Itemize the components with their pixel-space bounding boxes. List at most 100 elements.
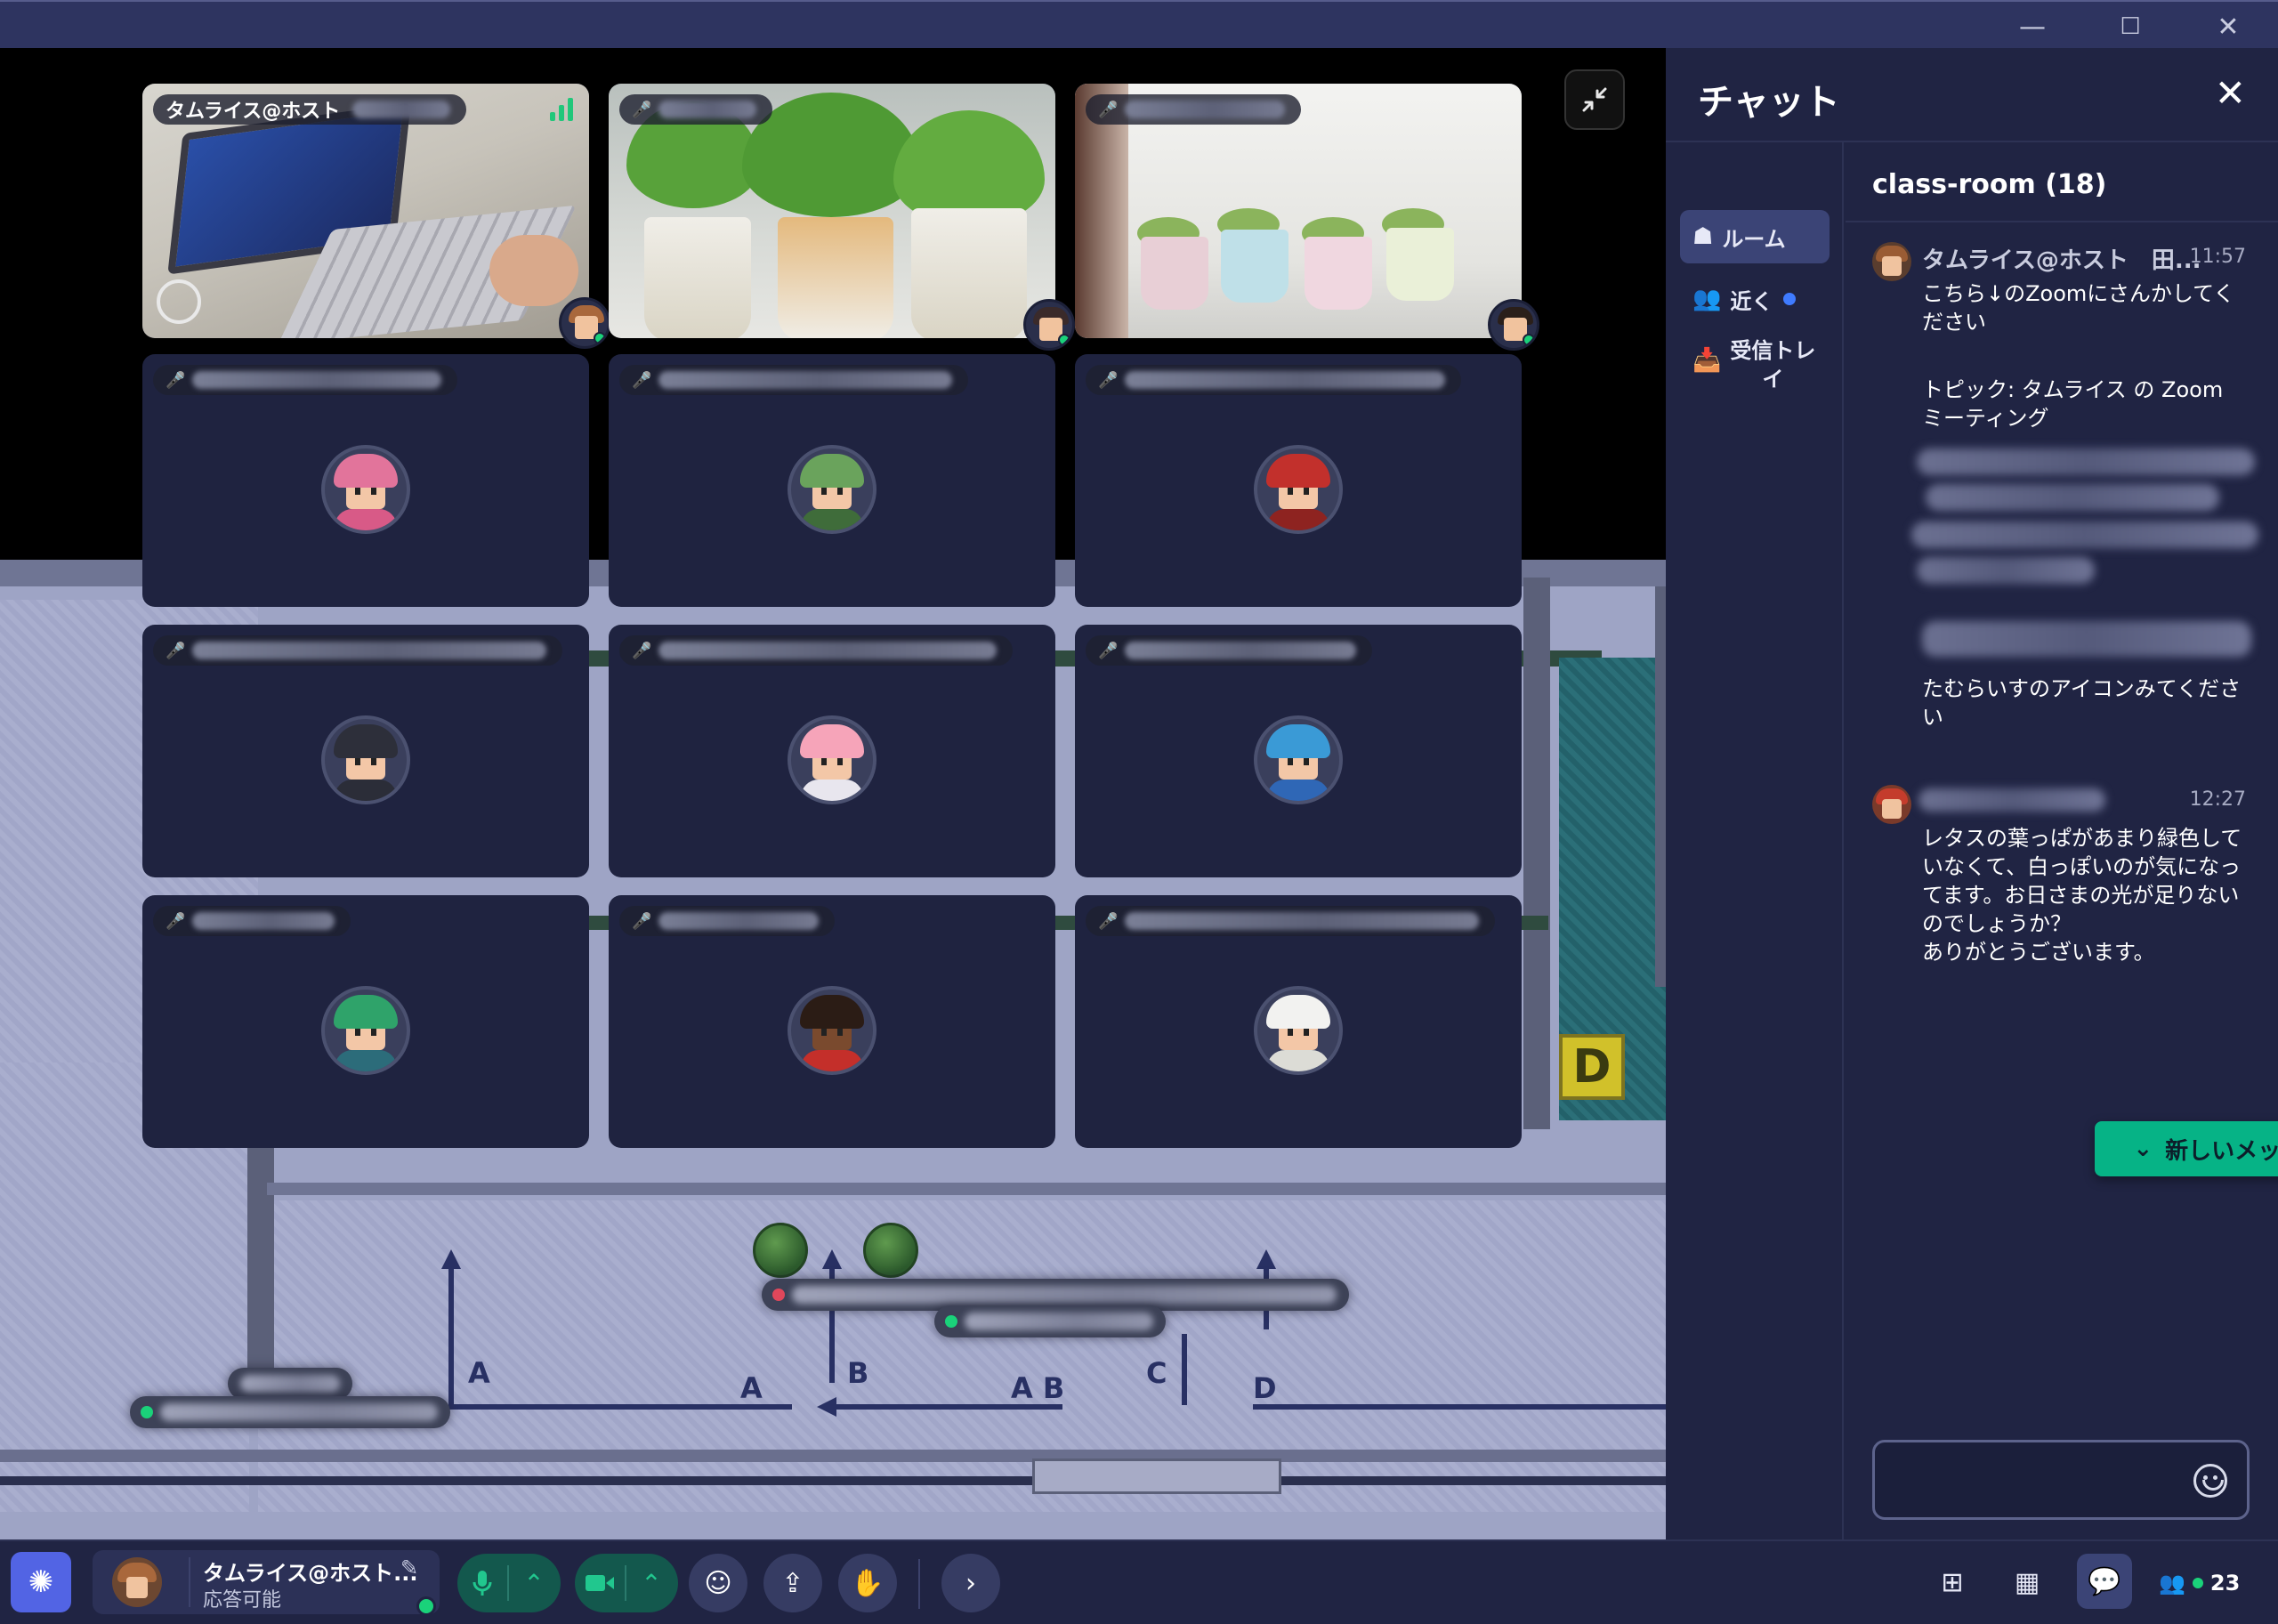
participant-name: タムライス@ホスト [166, 101, 341, 123]
chat-tab-label: 近く [1730, 288, 1773, 314]
participant-tile[interactable]: 🎤 [609, 354, 1055, 607]
participant-tile[interactable]: 🎤 [142, 895, 589, 1148]
chat-tab-room[interactable]: ☗ ルーム [1680, 210, 1830, 263]
map-player-label[interactable] [228, 1368, 352, 1400]
maximize-button[interactable]: ☐ [2104, 9, 2157, 44]
calendar-button[interactable]: ▦ [2002, 1557, 2052, 1607]
tasks-button[interactable]: ⊞ [1927, 1557, 1977, 1607]
my-profile-card[interactable]: タムライス@ホスト... 応答可能 ✎ [93, 1550, 440, 1616]
emoji-picker-icon[interactable] [2193, 1464, 2227, 1498]
camera-options-button[interactable]: ⌃ [626, 1554, 676, 1612]
collapse-grid-button[interactable] [1564, 69, 1625, 130]
message-author: タムライス@ホスト 田... [1922, 247, 2201, 274]
new-message-button[interactable]: ⌄ 新しいメッセージ [2095, 1121, 2278, 1176]
tile-name-label: 🎤 [153, 635, 562, 666]
tile-name-label: 🎤 [619, 635, 1014, 666]
participant-avatar [321, 445, 410, 534]
video-tile[interactable]: 🎤 [609, 84, 1055, 338]
close-window-button[interactable]: ✕ [2201, 9, 2255, 44]
chat-tab-label: ルーム [1722, 226, 1786, 252]
map-player-label[interactable] [130, 1396, 450, 1428]
message-time: 12:27 [2189, 788, 2246, 811]
mic-off-icon: 🎤 [1098, 370, 1119, 390]
expand-toolbar-button[interactable]: › [941, 1554, 1000, 1612]
minimize-button[interactable]: — [2006, 9, 2059, 44]
map-letter-a2: A [740, 1371, 763, 1405]
app-menu-button[interactable]: ✺ [11, 1552, 71, 1612]
chat-tab-label: 受信トレイ [1730, 338, 1816, 392]
close-chat-button[interactable]: ✕ [2215, 71, 2246, 115]
map-letter-a: A [468, 1356, 490, 1390]
message-text: レタスの葉っぱがあまり緑色していなくて、白っぽいのが気になってます。お日さまの光… [1922, 826, 2242, 965]
raise-hand-button[interactable]: ✋ [838, 1554, 897, 1612]
zone-sign-d: D [1559, 1034, 1625, 1100]
participant-tile[interactable]: 🎤 [1075, 354, 1522, 607]
unread-dot [1783, 293, 1797, 305]
participant-avatar [1254, 445, 1343, 534]
chat-nav: ☗ ルーム 👥 近く 📥 受信トレイ [1666, 142, 1844, 1539]
mic-off-icon: 🎤 [166, 641, 186, 660]
map-letter-c: C [1146, 1356, 1167, 1390]
tree [863, 1223, 918, 1278]
tile-name-label: 🎤 [153, 365, 458, 395]
message-time: 11:57 [2189, 246, 2246, 268]
my-status: 応答可能 [203, 1589, 282, 1612]
emote-button[interactable]: ☺ [689, 1554, 747, 1612]
video-tile[interactable]: 🎤 [1075, 84, 1522, 338]
share-screen-button[interactable]: ⇪ [763, 1554, 822, 1612]
edit-pencil-icon[interactable]: ✎ [400, 1555, 418, 1580]
chat-button[interactable]: 💬 [2077, 1554, 2132, 1609]
camera-toggle-button[interactable] [575, 1554, 625, 1612]
mic-off-icon: 🎤 [632, 641, 652, 660]
mic-control: ⌃ [457, 1554, 561, 1612]
online-indicator [416, 1596, 436, 1616]
chat-tab-inbox[interactable]: 📥 受信トレイ [1680, 331, 1830, 402]
room-name: class-room (18) [1846, 142, 2278, 222]
message-list[interactable]: タムライス@ホスト 田... 11:57 こちら↓のZoomにさんかしてください… [1846, 224, 2278, 1381]
spotlight-icon[interactable] [157, 279, 201, 324]
tile-name-label: 🎤 [1086, 365, 1462, 395]
participant-tile[interactable]: 🎤 [142, 354, 589, 607]
chevron-up-icon: ⌃ [523, 1568, 545, 1598]
participant-tile[interactable]: 🎤 [1075, 895, 1522, 1148]
participant-tile[interactable]: 🎤 [609, 895, 1055, 1148]
people-icon: 👥 [2159, 1571, 2185, 1596]
chat-tab-nearby[interactable]: 👥 近く [1680, 272, 1830, 326]
message-avatar [1872, 785, 1911, 824]
tile-name-label: 🎤 [1086, 906, 1495, 936]
collapse-arrows-icon [1582, 87, 1607, 112]
map-letter-d: D [1253, 1371, 1277, 1405]
window-titlebar: — ☐ ✕ [0, 0, 2278, 48]
online-dot [2192, 1578, 2203, 1588]
participant-avatar [321, 715, 410, 804]
mic-off-icon: 🎤 [166, 911, 186, 931]
message-text: トピック: タムライス の Zoom ミーティング [1922, 377, 2224, 431]
gather-logo-icon: ✺ [28, 1564, 54, 1600]
video-camera-icon [586, 1575, 614, 1591]
map-player-label[interactable] [934, 1305, 1166, 1337]
hand-icon: ✋ [851, 1567, 885, 1599]
screen-share-icon: ⇪ [781, 1567, 804, 1599]
chevron-right-icon: › [965, 1567, 976, 1599]
tree [753, 1223, 808, 1278]
participant-avatar [788, 986, 876, 1075]
participant-tile[interactable]: 🎤 [609, 625, 1055, 877]
map-letter-ab: A B [1011, 1371, 1065, 1405]
mic-toggle-button[interactable] [457, 1554, 507, 1612]
participants-button[interactable]: 👥 23 [2159, 1561, 2240, 1605]
mic-options-button[interactable]: ⌃ [509, 1554, 559, 1612]
participant-tile[interactable]: 🎤 [142, 625, 589, 877]
participant-avatar [788, 445, 876, 534]
participant-tile[interactable]: 🎤 [1075, 625, 1522, 877]
participant-avatar [1023, 299, 1075, 351]
participant-avatar [1254, 986, 1343, 1075]
chat-message: タムライス@ホスト 田... 11:57 こちら↓のZoomにさんかしてください… [1872, 242, 2258, 740]
mic-off-icon: 🎤 [1098, 641, 1119, 660]
chat-composer[interactable] [1872, 1440, 2250, 1520]
video-tile-host[interactable]: タムライス@ホスト [142, 84, 589, 338]
tile-name-label: タムライス@ホスト [153, 94, 467, 125]
chat-input[interactable] [1893, 1460, 2177, 1501]
my-name: タムライス@ホスト... [203, 1561, 418, 1586]
meeting-stage: A A B A B C D D タムライス@ホスト 🎤 🎤 🎤 🎤 🎤 🎤 🎤 … [0, 48, 1666, 1539]
chat-bubbles-icon: 💬 [2088, 1565, 2121, 1597]
